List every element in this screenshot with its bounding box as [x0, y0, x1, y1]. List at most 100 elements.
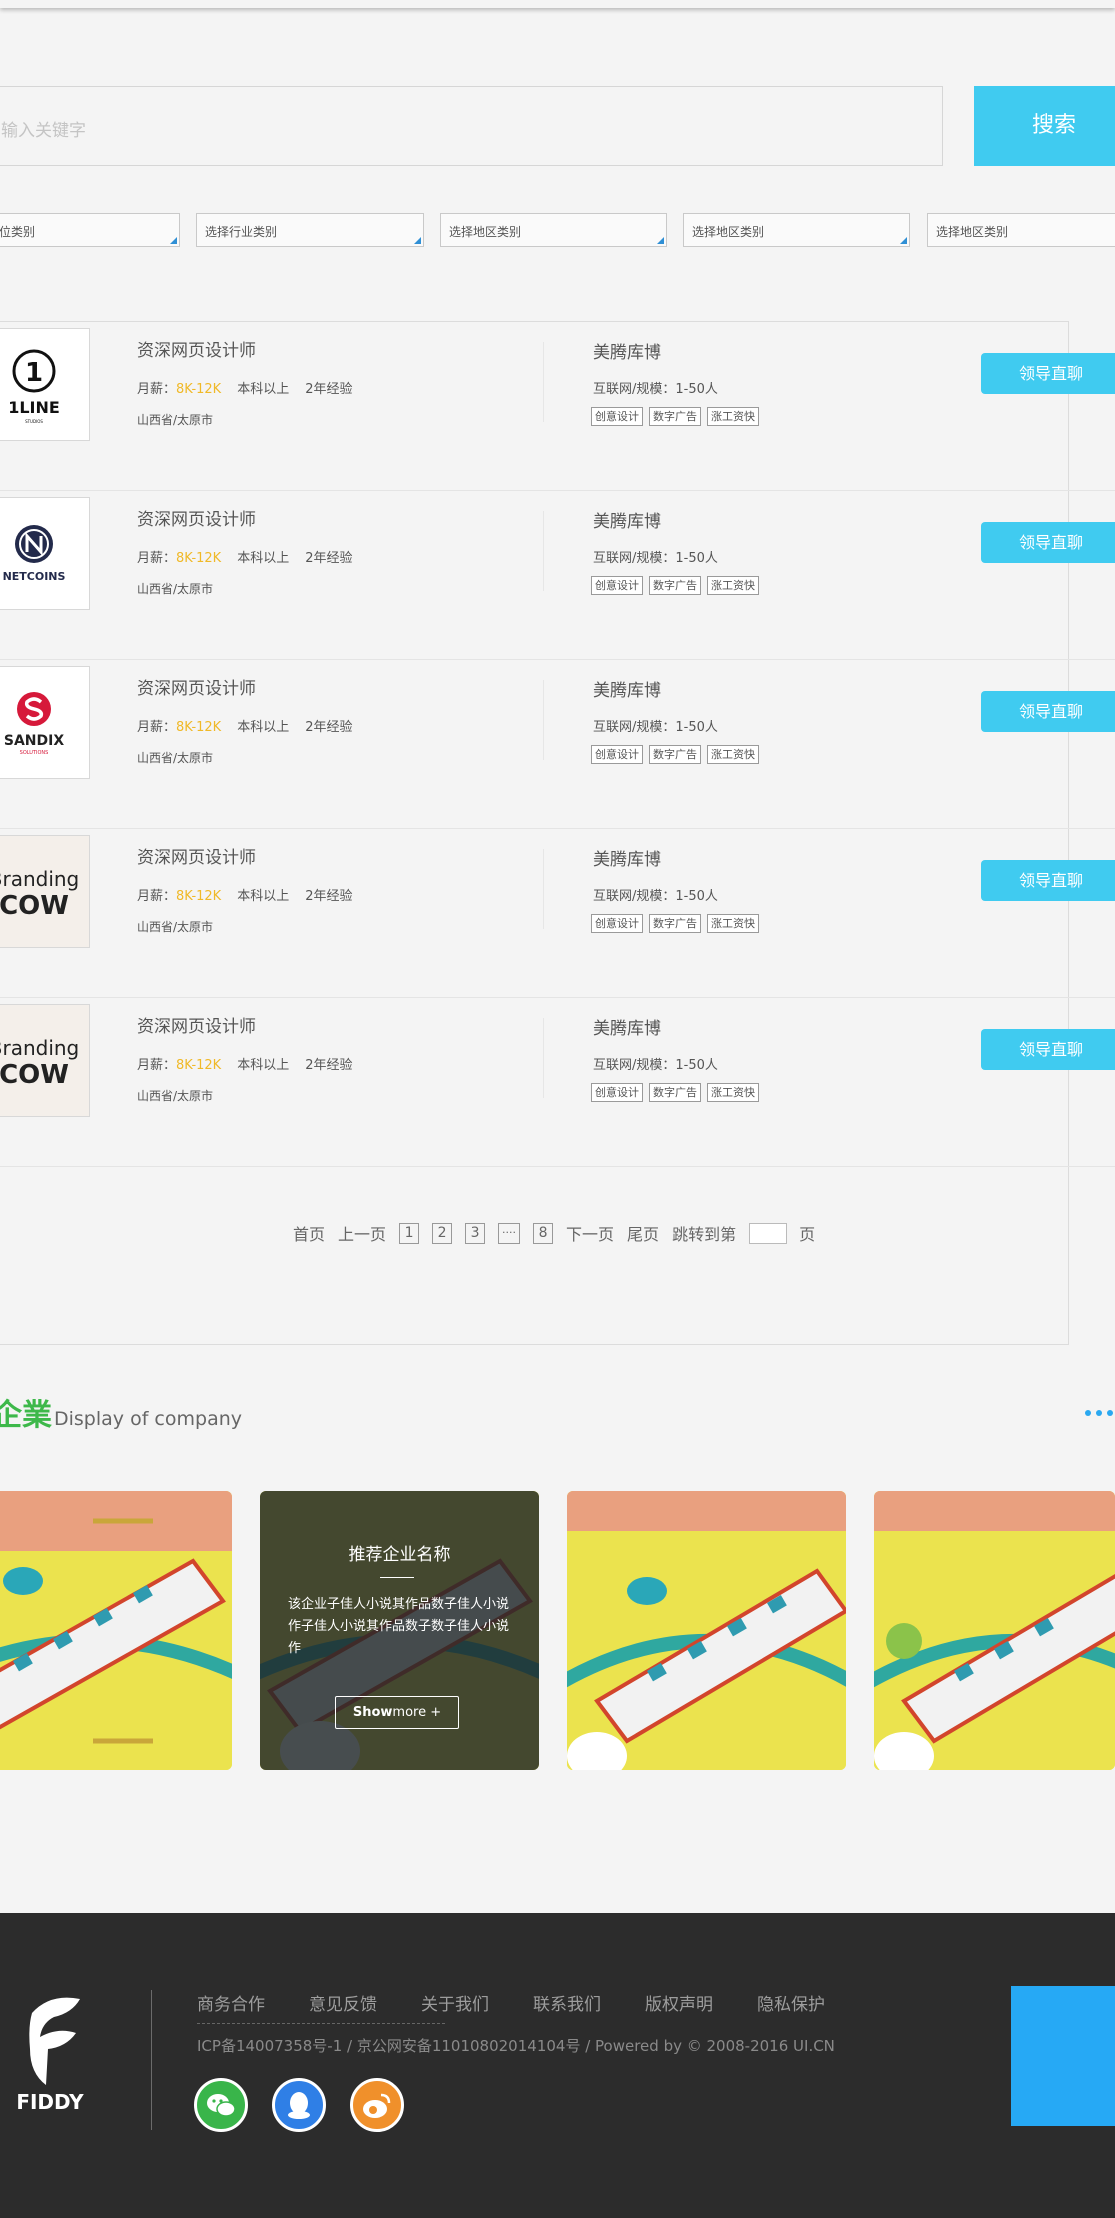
education: 本科以上 [237, 1058, 290, 1073]
footer-link-feedback[interactable]: 意见反馈 [309, 1990, 377, 2015]
footer-link-privacy[interactable]: 隐私保护 [757, 1990, 825, 2015]
wechat-icon[interactable] [194, 2078, 248, 2132]
salary-value: 8K-12K [176, 551, 222, 566]
search-input[interactable]: 输入关键字 [0, 86, 943, 166]
salary-value: 8K-12K [176, 1058, 222, 1073]
search-button[interactable]: 搜索 [974, 86, 1115, 166]
company-tags: 创意设计 数字广告 涨工资快 [591, 407, 759, 426]
first-page-link[interactable]: 首页 [293, 1221, 325, 1245]
next-page-link[interactable]: 下一页 [566, 1221, 614, 1245]
footer: FIDDY 商务合作 意见反馈 关于我们 联系我们 版权声明 隐私保护 ICP备… [0, 1913, 1115, 2218]
job-row[interactable]: Branding COW 资深网页设计师 月薪：8K-12K 本科以上 2年经验 山… [0, 998, 1115, 1167]
job-title[interactable]: 资深网页设计师 [137, 505, 256, 530]
company-tags: 创意设计 数字广告 涨工资快 [591, 914, 759, 933]
chat-with-leader-button[interactable]: 领导直聊 [981, 522, 1115, 563]
job-row[interactable]: 1 1LINE STUDIOS 资深网页设计师 月薪：8K-12K 本科以上 2年经… [0, 322, 1115, 491]
job-meta: 月薪：8K-12K 本科以上 2年经验 [137, 378, 353, 397]
weibo-icon[interactable] [350, 2078, 404, 2132]
svg-text:COW: COW [0, 1060, 69, 1090]
footer-link-copyright[interactable]: 版权声明 [645, 1990, 713, 2015]
featured-company-card[interactable]: 推荐企业名称 该企业子佳人小说其作品数子佳人小说作子佳人小说其作品数子数子佳人小… [260, 1491, 539, 1770]
job-title[interactable]: 资深网页设计师 [137, 336, 256, 361]
chat-with-leader-button[interactable]: 领导直聊 [981, 691, 1115, 732]
job-location: 山西省/太原市 [137, 582, 214, 596]
education: 本科以上 [237, 551, 290, 566]
train-illustration [0, 1491, 232, 1770]
svg-text:COW: COW [0, 891, 69, 921]
page-number[interactable]: 2 [432, 1222, 453, 1244]
company-name[interactable]: 美腾库博 [593, 1014, 661, 1039]
company-name[interactable]: 美腾库博 [593, 676, 661, 701]
footer-divider [151, 1990, 152, 2130]
chat-with-leader-button[interactable]: 领导直聊 [981, 353, 1115, 394]
company-industry: 互联网/规模：1-50人 [593, 382, 718, 397]
salary-label: 月薪： [137, 720, 177, 735]
company-card[interactable] [0, 1491, 232, 1770]
svg-text:STUDIOS: STUDIOS [25, 419, 43, 424]
svg-text:NETCOINS: NETCOINS [3, 570, 66, 583]
show-more-button[interactable]: Showmore + [335, 1696, 459, 1729]
tag: 创意设计 [591, 914, 643, 933]
tag: 涨工资快 [707, 576, 759, 595]
page-number[interactable]: 1 [399, 1222, 420, 1244]
divider [380, 1577, 414, 1578]
company-name[interactable]: 美腾库博 [593, 507, 661, 532]
fiddy-logo[interactable]: FIDDY [10, 1993, 100, 2114]
svg-text:1LINE: 1LINE [8, 398, 60, 417]
page-number[interactable]: 8 [533, 1222, 554, 1244]
company-industry: 互联网/规模：1-50人 [593, 1058, 718, 1073]
select-label: 选择行业类别 [205, 225, 278, 239]
divider [543, 849, 544, 929]
job-row[interactable]: Branding COW 资深网页设计师 月薪：8K-12K 本科以上 2年经验 山… [0, 829, 1115, 998]
company-logo-branding-cow: Branding COW [0, 1004, 90, 1117]
tag: 数字广告 [649, 745, 701, 764]
chat-with-leader-button[interactable]: 领导直聊 [981, 860, 1115, 901]
jump-page-input[interactable] [749, 1222, 788, 1244]
job-title[interactable]: 资深网页设计师 [137, 843, 256, 868]
select-label: 选择地区类别 [692, 225, 765, 239]
svg-text:1: 1 [25, 358, 43, 388]
divider [543, 680, 544, 760]
region-category-select[interactable]: 选择地区类别 [440, 213, 667, 247]
tag: 涨工资快 [707, 407, 759, 426]
region-category-select[interactable]: 选择地区类别 [927, 213, 1115, 247]
tag: 数字广告 [649, 407, 701, 426]
company-tags: 创意设计 数字广告 涨工资快 [591, 576, 759, 595]
pagination: 首页 上一页 1 2 3 ···· 8 下一页 尾页 跳转到第 页 [293, 1221, 815, 1245]
train-illustration [874, 1491, 1115, 1770]
job-meta: 月薪：8K-12K 本科以上 2年经验 [137, 1054, 353, 1073]
company-logo-netcoins: NETCOINS [0, 497, 90, 610]
industry-category-select[interactable]: 选择行业类别 [196, 213, 424, 247]
qq-icon[interactable] [272, 2078, 326, 2132]
company-card[interactable] [874, 1491, 1115, 1770]
tag: 涨工资快 [707, 745, 759, 764]
footer-link-contact[interactable]: 联系我们 [533, 1990, 601, 2015]
company-card[interactable] [567, 1491, 846, 1770]
top-bar [0, 0, 1115, 8]
footer-link-about[interactable]: 关于我们 [421, 1990, 489, 2015]
train-illustration [567, 1491, 846, 1770]
last-page-link[interactable]: 尾页 [627, 1221, 659, 1245]
job-meta: 月薪：8K-12K 本科以上 2年经验 [137, 885, 353, 904]
footer-dashed-divider [197, 2023, 445, 2024]
prev-page-link[interactable]: 上一页 [338, 1221, 386, 1245]
company-name[interactable]: 美腾库博 [593, 845, 661, 870]
footer-link-business[interactable]: 商务合作 [197, 1990, 265, 2015]
job-row[interactable]: NETCOINS 资深网页设计师 月薪：8K-12K 本科以上 2年经验 山西省/太… [0, 491, 1115, 660]
svg-text:SANDIX: SANDIX [4, 733, 64, 749]
chat-with-leader-button[interactable]: 领导直聊 [981, 1029, 1115, 1070]
experience: 2年经验 [305, 551, 353, 566]
job-title[interactable]: 资深网页设计师 [137, 1012, 256, 1037]
region-category-select[interactable]: 选择地区类别 [683, 213, 910, 247]
footer-links: 商务合作 意见反馈 关于我们 联系我们 版权声明 隐私保护 [197, 1990, 869, 2015]
company-name[interactable]: 美腾库博 [593, 338, 661, 363]
job-title[interactable]: 资深网页设计师 [137, 674, 256, 699]
salary-value: 8K-12K [176, 382, 222, 397]
tag: 数字广告 [649, 914, 701, 933]
job-row[interactable]: SANDIX SOLUTIONS 资深网页设计师 月薪：8K-12K 本科以上 2年… [0, 660, 1115, 829]
position-category-select[interactable]: 位类别 [0, 213, 180, 247]
company-industry: 互联网/规模：1-50人 [593, 551, 718, 566]
more-icon[interactable] [1085, 1410, 1113, 1416]
company-industry: 互联网/规模：1-50人 [593, 889, 718, 904]
page-number[interactable]: 3 [465, 1222, 486, 1244]
